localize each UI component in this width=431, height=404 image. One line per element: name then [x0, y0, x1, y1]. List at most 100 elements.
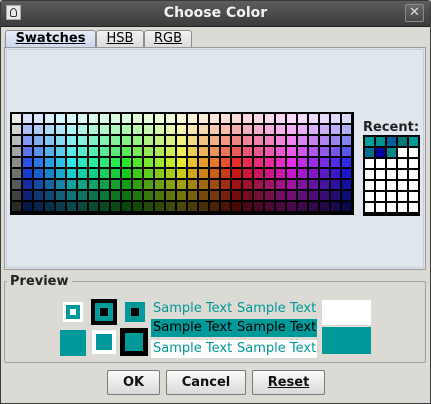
- swatch-cell[interactable]: [56, 169, 65, 178]
- swatch-cell[interactable]: [67, 169, 76, 178]
- swatch-cell[interactable]: [133, 191, 142, 200]
- swatch-cell[interactable]: [265, 136, 274, 145]
- swatch-cell[interactable]: [34, 169, 43, 178]
- swatch-cell[interactable]: [45, 136, 54, 145]
- swatch-cell[interactable]: [67, 125, 76, 134]
- swatch-cell[interactable]: [232, 169, 241, 178]
- swatch-cell[interactable]: [210, 147, 219, 156]
- swatch-cell[interactable]: [23, 180, 32, 189]
- swatch-cell[interactable]: [342, 125, 351, 134]
- swatch-cell[interactable]: [122, 169, 131, 178]
- recent-swatch-cell[interactable]: [365, 148, 374, 157]
- swatch-cell[interactable]: [100, 158, 109, 167]
- swatch-cell[interactable]: [342, 136, 351, 145]
- swatch-cell[interactable]: [12, 147, 21, 156]
- swatch-cell[interactable]: [309, 191, 318, 200]
- swatch-cell[interactable]: [210, 169, 219, 178]
- swatch-cell[interactable]: [56, 158, 65, 167]
- swatch-cell[interactable]: [243, 114, 252, 123]
- swatch-cell[interactable]: [188, 169, 197, 178]
- swatch-cell[interactable]: [342, 191, 351, 200]
- swatch-cell[interactable]: [199, 147, 208, 156]
- swatch-cell[interactable]: [89, 147, 98, 156]
- swatch-cell[interactable]: [23, 158, 32, 167]
- swatch-cell[interactable]: [177, 125, 186, 134]
- swatch-cell[interactable]: [89, 180, 98, 189]
- swatch-cell[interactable]: [320, 114, 329, 123]
- swatch-cell[interactable]: [155, 147, 164, 156]
- swatch-cell[interactable]: [100, 147, 109, 156]
- swatch-cell[interactable]: [122, 158, 131, 167]
- swatch-cell[interactable]: [89, 202, 98, 211]
- swatch-cell[interactable]: [166, 136, 175, 145]
- recent-swatch-cell[interactable]: [398, 170, 407, 179]
- swatch-cell[interactable]: [177, 180, 186, 189]
- swatch-cell[interactable]: [265, 147, 274, 156]
- swatch-cell[interactable]: [265, 169, 274, 178]
- recent-swatch-cell[interactable]: [398, 203, 407, 212]
- swatch-cell[interactable]: [122, 125, 131, 134]
- swatch-cell[interactable]: [45, 125, 54, 134]
- swatch-cell[interactable]: [23, 114, 32, 123]
- swatch-cell[interactable]: [276, 169, 285, 178]
- swatch-cell[interactable]: [155, 191, 164, 200]
- tab-rgb[interactable]: RGB: [144, 30, 192, 47]
- swatch-cell[interactable]: [232, 202, 241, 211]
- swatch-cell[interactable]: [221, 202, 230, 211]
- recent-swatch-cell[interactable]: [409, 203, 418, 212]
- swatch-cell[interactable]: [144, 114, 153, 123]
- swatch-cell[interactable]: [133, 180, 142, 189]
- swatch-cell[interactable]: [67, 147, 76, 156]
- swatch-cell[interactable]: [144, 169, 153, 178]
- swatch-grid[interactable]: [10, 112, 354, 215]
- swatch-cell[interactable]: [12, 136, 21, 145]
- swatch-cell[interactable]: [89, 158, 98, 167]
- swatch-cell[interactable]: [78, 169, 87, 178]
- recent-swatch-cell[interactable]: [398, 159, 407, 168]
- swatch-cell[interactable]: [320, 169, 329, 178]
- swatch-cell[interactable]: [287, 147, 296, 156]
- swatch-cell[interactable]: [243, 147, 252, 156]
- swatch-cell[interactable]: [331, 180, 340, 189]
- swatch-cell[interactable]: [133, 125, 142, 134]
- recent-swatch-cell[interactable]: [365, 137, 374, 146]
- recent-swatch-cell[interactable]: [387, 203, 396, 212]
- swatch-cell[interactable]: [67, 202, 76, 211]
- swatch-cell[interactable]: [243, 191, 252, 200]
- swatch-cell[interactable]: [265, 158, 274, 167]
- swatch-cell[interactable]: [221, 169, 230, 178]
- swatch-cell[interactable]: [133, 202, 142, 211]
- swatch-cell[interactable]: [144, 191, 153, 200]
- swatch-cell[interactable]: [100, 169, 109, 178]
- recent-swatch-cell[interactable]: [365, 192, 374, 201]
- swatch-cell[interactable]: [67, 114, 76, 123]
- swatch-cell[interactable]: [89, 114, 98, 123]
- swatch-cell[interactable]: [177, 147, 186, 156]
- swatch-cell[interactable]: [100, 136, 109, 145]
- swatch-cell[interactable]: [78, 136, 87, 145]
- swatch-cell[interactable]: [56, 147, 65, 156]
- swatch-cell[interactable]: [331, 158, 340, 167]
- swatch-cell[interactable]: [34, 180, 43, 189]
- swatch-cell[interactable]: [12, 158, 21, 167]
- swatch-cell[interactable]: [56, 136, 65, 145]
- swatch-cell[interactable]: [12, 191, 21, 200]
- swatch-cell[interactable]: [89, 191, 98, 200]
- swatch-cell[interactable]: [320, 136, 329, 145]
- swatch-cell[interactable]: [276, 125, 285, 134]
- swatch-cell[interactable]: [254, 202, 263, 211]
- recent-swatch-cell[interactable]: [409, 181, 418, 190]
- swatch-cell[interactable]: [45, 169, 54, 178]
- swatch-cell[interactable]: [12, 169, 21, 178]
- swatch-cell[interactable]: [45, 180, 54, 189]
- swatch-cell[interactable]: [210, 136, 219, 145]
- swatch-cell[interactable]: [276, 114, 285, 123]
- swatch-cell[interactable]: [89, 169, 98, 178]
- recent-swatch-cell[interactable]: [365, 159, 374, 168]
- cancel-button[interactable]: Cancel: [166, 370, 246, 395]
- swatch-cell[interactable]: [210, 114, 219, 123]
- swatch-cell[interactable]: [298, 114, 307, 123]
- swatch-cell[interactable]: [122, 202, 131, 211]
- swatch-cell[interactable]: [188, 125, 197, 134]
- swatch-cell[interactable]: [56, 114, 65, 123]
